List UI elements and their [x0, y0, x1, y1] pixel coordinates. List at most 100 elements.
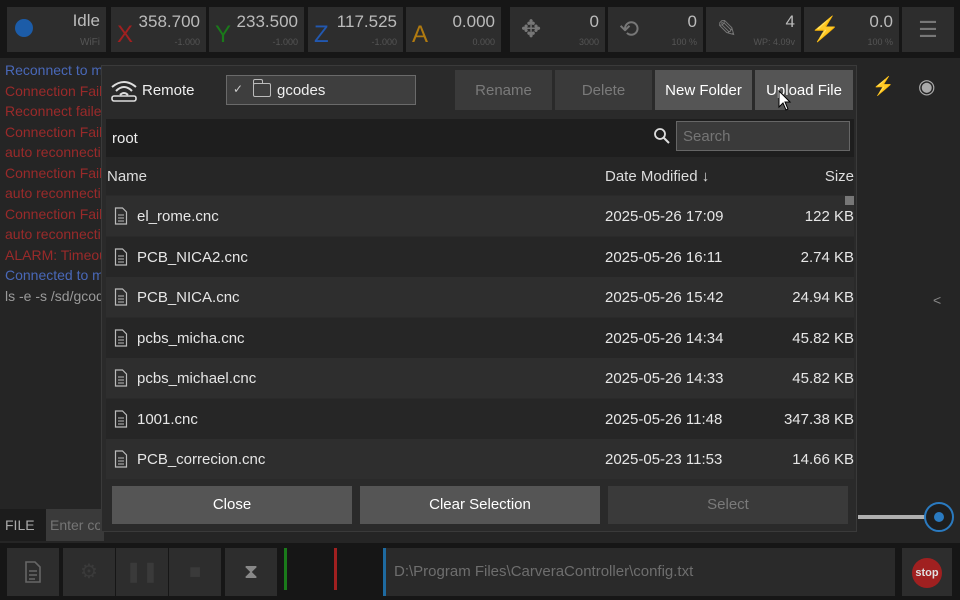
spindle-icon: ⟲ [618, 16, 640, 43]
delete-button[interactable]: Delete [555, 70, 652, 110]
file-name: PCB_NICA2.cnc [137, 248, 248, 266]
close-button[interactable]: Close [112, 486, 352, 524]
hamburger-menu-icon: ☰ [918, 17, 938, 42]
file-date: 2025-05-26 11:48 [605, 410, 723, 428]
console-line: ALARM: Timeout [5, 246, 104, 263]
laser-icon: ⚡ [810, 16, 840, 43]
emergency-stop-button[interactable]: stop [902, 548, 952, 596]
search-input[interactable] [676, 121, 850, 151]
remote-mode-toggle[interactable]: Remote [110, 76, 220, 106]
dialog-footer: Close Clear Selection Select [102, 486, 858, 526]
file-size: 122 KB [804, 208, 854, 225]
document-icon [114, 328, 128, 347]
app-window: Idle WiFi X 358.700 -1.000 Y 233.500 -1.000 Z 1… [0, 0, 960, 600]
eye-icon[interactable]: ◉ [918, 74, 935, 99]
console-line: Connected to machine [5, 267, 104, 283]
command-input[interactable] [46, 509, 104, 541]
spindle-sub: 100 % [671, 37, 697, 47]
column-name[interactable]: Name [107, 168, 147, 185]
file-date: 2025-05-26 14:33 [605, 370, 724, 387]
file-name: pcbs_micha.cnc [137, 329, 245, 347]
axis-panel-z[interactable]: Z 117.525 -1.000 [308, 7, 403, 52]
stop-square-button[interactable]: ■ [169, 548, 221, 596]
feed-value: 0 [589, 12, 599, 31]
axis-panel-y[interactable]: Y 233.500 -1.000 [209, 7, 304, 52]
hourglass-icon: ⧗ [243, 561, 259, 583]
feed-sub: 3000 [578, 37, 599, 47]
document-icon [114, 369, 128, 387]
file-row[interactable]: 1001.cnc 2025-05-26 11:48 347.38 KB [106, 398, 854, 439]
current-file-path: D:\Program Files\CarveraController\confi… [383, 548, 895, 596]
gear-icon: ⚙ [80, 561, 98, 583]
pause-icon: ❚❚ [125, 561, 159, 583]
folder-name: gcodes [277, 82, 326, 99]
file-label: FILE [5, 517, 35, 533]
machine-state-panel[interactable]: Idle WiFi [7, 7, 106, 52]
select-button[interactable]: Select [608, 486, 848, 524]
file-size: 45.82 KB [792, 329, 854, 347]
document-icon [25, 561, 41, 583]
file-date: 2025-05-26 17:09 [605, 208, 724, 225]
file-list[interactable]: el_rome.cnc 2025-05-26 17:09 122 KB PCB_NIC… [106, 196, 854, 479]
breadcrumb[interactable]: root [112, 130, 138, 147]
wifi-icon [111, 81, 137, 102]
tool-sub: WP: 4.09v [753, 37, 795, 47]
file-button[interactable] [7, 548, 59, 596]
new-folder-button[interactable]: New Folder [655, 70, 752, 110]
file-date: 2025-05-26 15:42 [605, 289, 724, 306]
axis-value: 0.000 [452, 12, 495, 31]
file-size: 347.38 KB [783, 410, 854, 428]
column-date-modified[interactable]: Date Modified ↓ [605, 168, 709, 185]
mouse-cursor-icon [778, 90, 792, 111]
slider-track[interactable] [858, 515, 930, 519]
feed-panel[interactable]: ✥ 0 3000 [510, 7, 605, 52]
file-name: 1001.cnc [137, 410, 198, 428]
laser-mode-icon[interactable]: ⚡ [872, 76, 894, 97]
console-line: Connection Failed! [5, 164, 104, 181]
document-icon [114, 207, 128, 225]
file-row[interactable]: PCB_correcion.cnc 2025-05-23 11:53 14.66 K… [106, 439, 854, 479]
clear-selection-button[interactable]: Clear Selection [360, 486, 600, 524]
axis-value: 233.500 [236, 12, 298, 31]
scrollbar-thumb[interactable] [845, 196, 854, 205]
axis-offset: -1.000 [272, 37, 298, 47]
console-line: auto reconnecting... [5, 185, 104, 201]
file-row[interactable]: pcbs_michael.cnc 2025-05-26 14:33 45.82 KB [106, 358, 854, 398]
folder-dropdown[interactable]: ✓ gcodes [226, 75, 416, 105]
file-row[interactable]: el_rome.cnc 2025-05-26 17:09 122 KB [106, 196, 854, 236]
axis-panel-x[interactable]: X 358.700 -1.000 [111, 7, 206, 52]
file-row[interactable]: pcbs_micha.cnc 2025-05-26 14:34 45.82 KB [106, 317, 854, 358]
slider-handle[interactable] [924, 502, 954, 532]
settings-button[interactable]: ⚙ [63, 548, 115, 596]
file-browser-dialog: Remote ✓ gcodes Rename Delete New Folder… [101, 65, 857, 532]
status-bar: Idle WiFi X 358.700 -1.000 Y 233.500 -1.000 Z 1… [0, 0, 960, 58]
timer-button[interactable]: ⧗ [225, 548, 277, 596]
laser-value: 0.0 [869, 12, 893, 31]
tool-panel[interactable]: ✎ 4 WP: 4.09v [706, 7, 801, 52]
chevron-left-icon[interactable]: < [933, 292, 941, 308]
file-name: pcbs_michael.cnc [137, 370, 257, 387]
file-size: 14.66 KB [792, 451, 854, 468]
file-row[interactable]: PCB_NICA.cnc 2025-05-26 15:42 24.94 KB [106, 277, 854, 317]
file-date: 2025-05-26 14:34 [605, 329, 724, 347]
probe-pen-icon: ✎ [716, 16, 738, 43]
document-icon [114, 247, 128, 266]
connection-type: WiFi [80, 37, 100, 48]
pause-button[interactable]: ❚❚ [116, 548, 168, 596]
column-size[interactable]: Size [825, 168, 854, 185]
file-date: 2025-05-23 11:53 [605, 451, 723, 468]
status-led-green [284, 548, 287, 590]
axis-letter: X [117, 21, 134, 48]
file-row[interactable]: PCB_NICA2.cnc 2025-05-26 16:11 2.74 KB [106, 236, 854, 277]
connection-status-icon [15, 19, 33, 37]
file-name: el_rome.cnc [137, 208, 219, 225]
spindle-panel[interactable]: ⟲ 0 100 % [608, 7, 703, 52]
move-arrows-icon: ✥ [520, 16, 542, 43]
menu-button[interactable]: ☰ [902, 7, 954, 52]
file-table-header: Name Date Modified ↓ Size [106, 157, 854, 195]
rename-button[interactable]: Rename [455, 70, 552, 110]
laser-panel[interactable]: ⚡ 0.0 100 % [804, 7, 899, 52]
upload-file-button[interactable]: Upload File [755, 70, 853, 110]
console-log: Reconnect to machine... Connection Failed… [0, 60, 104, 310]
axis-panel-a[interactable]: A 0.000 0.000 [406, 7, 501, 52]
